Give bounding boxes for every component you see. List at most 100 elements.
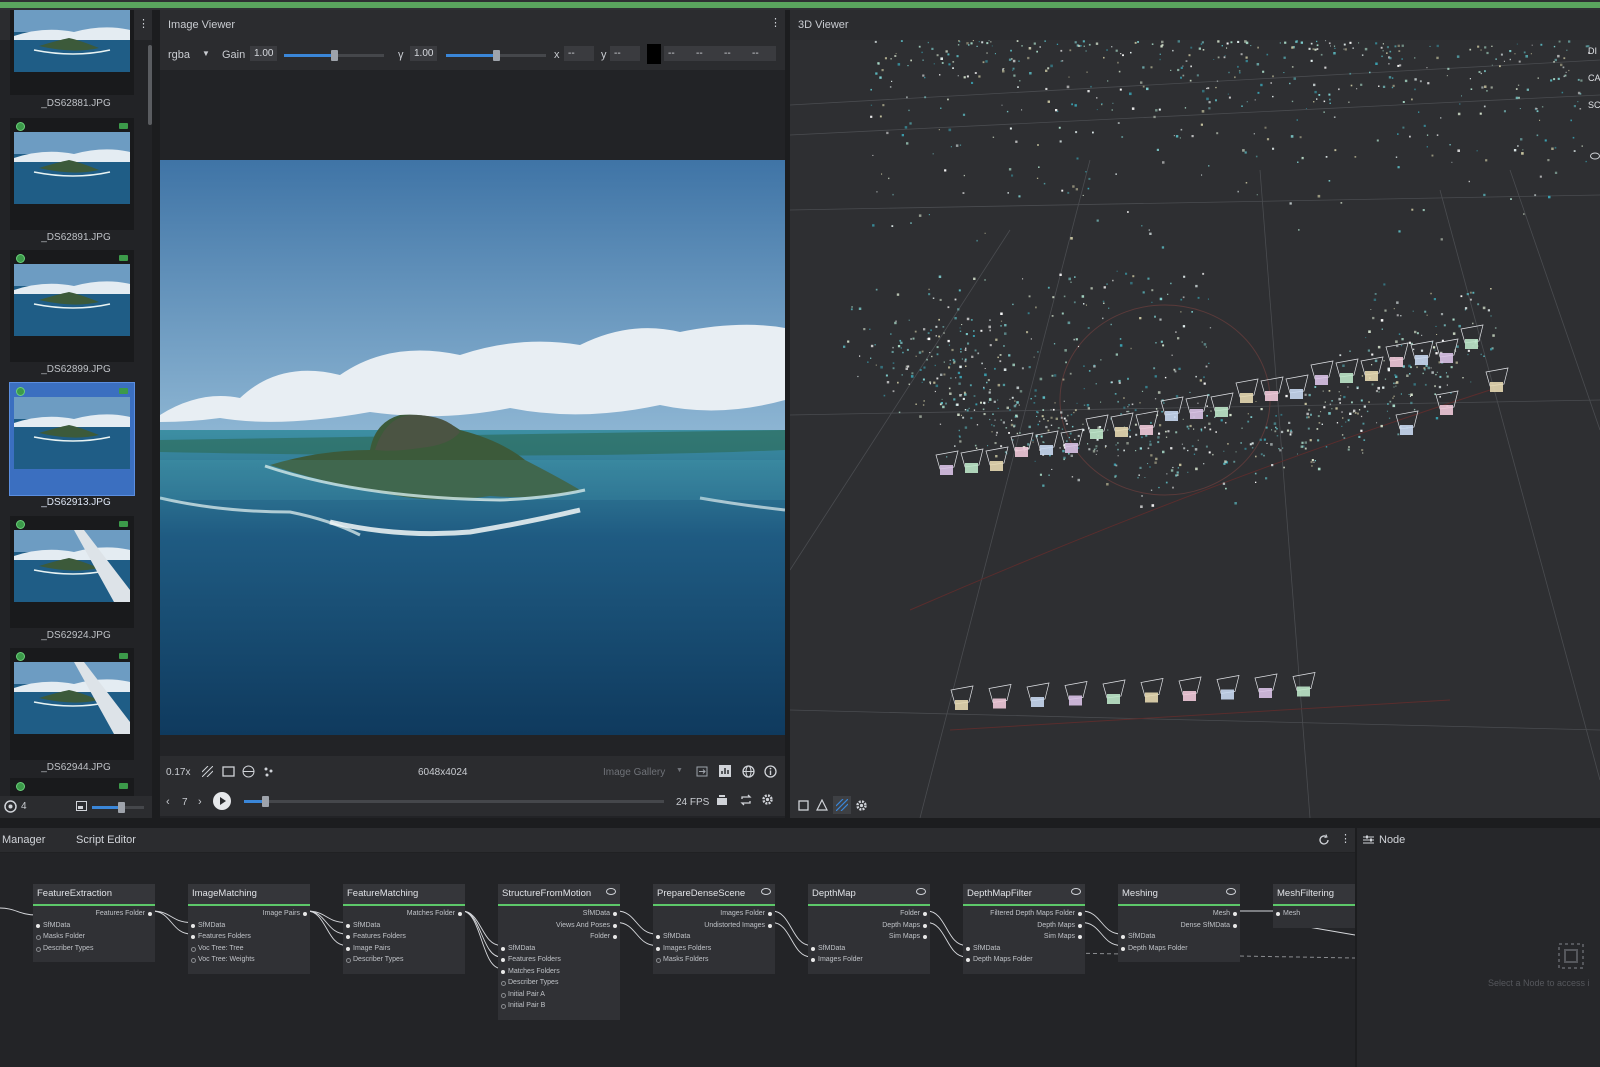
input-pin[interactable] <box>966 946 970 951</box>
graph-node[interactable]: DepthMap Folder Depth Maps Sim Maps SfMData I… <box>808 884 930 974</box>
output-pin[interactable] <box>458 912 462 916</box>
input-pin[interactable] <box>191 946 196 952</box>
output-pin[interactable] <box>1078 912 1082 916</box>
node-title[interactable]: StructureFromMotion <box>498 884 620 904</box>
node-title[interactable]: DepthMap <box>808 884 930 904</box>
output-pin[interactable] <box>923 923 927 928</box>
output-pin[interactable] <box>923 912 927 916</box>
input-pin[interactable] <box>656 958 661 963</box>
input-pin[interactable] <box>811 946 815 951</box>
input-pin[interactable] <box>966 958 970 962</box>
graph-canvas[interactable]: FeatureExtraction Features Folder SfMData M… <box>0 853 1395 1067</box>
output-pin[interactable] <box>148 912 152 916</box>
output-pin[interactable] <box>768 912 772 916</box>
more-vertical-icon[interactable]: ⋮ <box>1340 832 1351 845</box>
graph-node[interactable]: Meshing Mesh Dense SfMData SfMData Depth Map… <box>1118 884 1240 962</box>
splitter[interactable] <box>785 10 790 818</box>
output-pin[interactable] <box>613 923 617 928</box>
side-label-ca[interactable]: CA <box>1588 73 1600 83</box>
gallery-thumbnail[interactable] <box>10 778 134 796</box>
splitter[interactable] <box>1355 828 1357 1067</box>
output-pin[interactable] <box>1078 923 1082 928</box>
splitter[interactable] <box>152 10 160 818</box>
graph-node[interactable]: PrepareDenseScene Images Folder Undistorte… <box>653 884 775 974</box>
export-icon[interactable] <box>696 766 708 777</box>
eye-icon[interactable] <box>606 888 616 895</box>
settings-icon[interactable] <box>855 799 868 812</box>
tab-manager[interactable]: Manager <box>2 834 45 846</box>
input-pin[interactable] <box>501 1004 506 1009</box>
settings-icon[interactable] <box>761 793 774 806</box>
input-pin[interactable] <box>346 946 350 951</box>
graph-node[interactable]: FeatureMatching Matches Folder SfMData Feat… <box>343 884 465 974</box>
chevron-down-icon[interactable]: ▼ <box>202 49 210 58</box>
gallery-thumbnail[interactable] <box>10 118 134 230</box>
side-label-di[interactable]: DI <box>1588 46 1597 56</box>
3d-viewer-panel[interactable] <box>790 10 1600 818</box>
output-pin[interactable] <box>1233 912 1237 916</box>
timeline-slider[interactable] <box>244 800 664 803</box>
input-pin[interactable] <box>191 958 196 963</box>
input-pin[interactable] <box>36 946 41 952</box>
output-pin[interactable] <box>303 912 307 916</box>
input-pin[interactable] <box>501 981 506 986</box>
graph-node[interactable]: ImageMatching Image Pairs SfMData Features … <box>188 884 310 974</box>
input-pin[interactable] <box>501 946 505 951</box>
input-pin[interactable] <box>346 958 351 963</box>
input-pin[interactable] <box>346 923 350 928</box>
gallery-thumbnail[interactable] <box>10 516 134 628</box>
more-vertical-icon[interactable]: ⋮ <box>770 16 781 29</box>
fps-value[interactable]: 24 FPS <box>676 797 709 808</box>
gallery-thumbnail[interactable] <box>9 382 135 496</box>
splitter[interactable] <box>0 818 1600 828</box>
gamma-input[interactable]: 1.00 <box>410 46 438 61</box>
output-pin[interactable] <box>613 912 617 916</box>
globe-icon[interactable] <box>742 765 755 778</box>
thumbnail-size-knob[interactable] <box>118 802 125 813</box>
gallery-thumbnail[interactable] <box>10 648 134 760</box>
histogram-icon[interactable] <box>719 765 731 777</box>
previous-frame-button[interactable]: ‹ <box>166 796 170 808</box>
input-pin[interactable] <box>191 923 195 928</box>
hatch-icon[interactable] <box>202 766 213 777</box>
gain-slider-knob[interactable] <box>331 50 338 61</box>
frame-number[interactable]: 7 <box>182 797 188 808</box>
image-source-select[interactable]: Image Gallery <box>603 767 665 778</box>
loop-icon[interactable] <box>740 794 752 806</box>
side-label-sc[interactable]: SC <box>1588 100 1600 110</box>
input-pin[interactable] <box>36 935 41 940</box>
node-title[interactable]: Meshing <box>1118 884 1240 904</box>
output-pin[interactable] <box>1233 923 1237 928</box>
node-title[interactable]: DepthMapFilter <box>963 884 1085 904</box>
bounding-box-icon[interactable] <box>798 800 809 811</box>
input-pin[interactable] <box>1121 935 1125 939</box>
node-title[interactable]: FeatureExtraction <box>33 884 155 904</box>
point-cloud-scene[interactable] <box>790 10 1600 818</box>
input-pin[interactable] <box>191 935 195 939</box>
node-title[interactable]: PrepareDenseScene <box>653 884 775 904</box>
timeline-knob[interactable] <box>262 796 269 807</box>
gallery-thumbnail[interactable] <box>10 10 134 95</box>
eye-icon[interactable] <box>1226 888 1236 895</box>
output-pin[interactable] <box>923 935 927 939</box>
distortion-icon[interactable] <box>242 765 255 778</box>
sequence-icon[interactable] <box>716 794 728 806</box>
frame-icon[interactable] <box>222 766 235 777</box>
grid-toggle-button[interactable] <box>833 796 851 814</box>
input-pin[interactable] <box>501 958 505 962</box>
features-icon[interactable] <box>263 766 274 777</box>
chevron-down-icon[interactable]: ▼ <box>676 767 683 774</box>
refresh-icon[interactable] <box>1318 834 1330 846</box>
warning-icon[interactable] <box>816 799 828 811</box>
output-pin[interactable] <box>613 935 617 939</box>
graph-node[interactable]: FeatureExtraction Features Folder SfMData M… <box>33 884 155 962</box>
gain-input[interactable]: 1.00 <box>250 46 278 61</box>
channel-select[interactable]: rgba <box>168 49 190 61</box>
info-icon[interactable] <box>764 765 777 778</box>
gallery-thumbnail[interactable] <box>10 250 134 362</box>
graph-node[interactable]: StructureFromMotion SfMData Views And Pose… <box>498 884 620 1020</box>
input-pin[interactable] <box>811 958 815 962</box>
more-vertical-icon[interactable]: ⋮ <box>138 17 149 30</box>
play-icon[interactable] <box>213 792 231 810</box>
node-title[interactable]: FeatureMatching <box>343 884 465 904</box>
